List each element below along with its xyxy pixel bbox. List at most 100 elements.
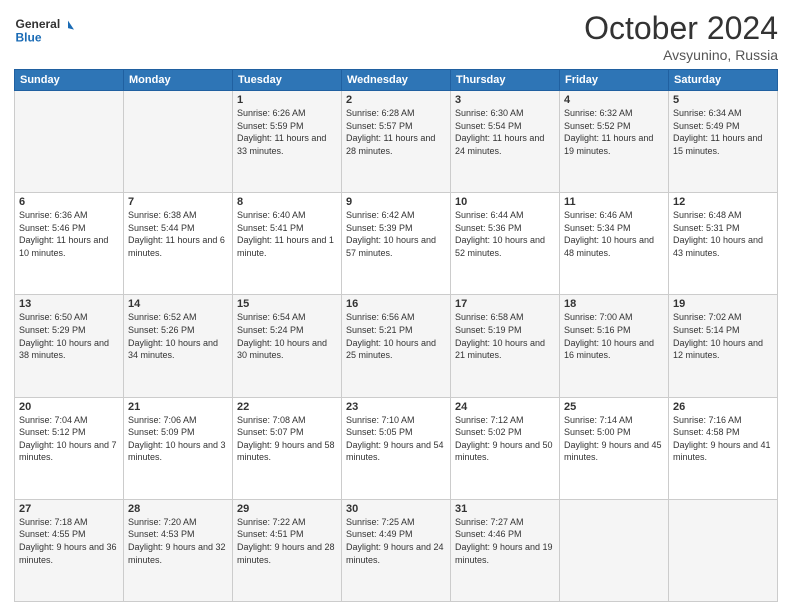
cell-w1-d5: 4Sunrise: 6:32 AM Sunset: 5:52 PM Daylig… [560,91,669,193]
logo-svg: General Blue [14,10,74,50]
day-info: Sunrise: 7:20 AM Sunset: 4:53 PM Dayligh… [128,516,228,566]
day-number: 13 [19,298,119,310]
day-info: Sunrise: 7:18 AM Sunset: 4:55 PM Dayligh… [19,516,119,566]
cell-w1-d0 [15,91,124,193]
day-number: 21 [128,401,228,413]
week-row-3: 13Sunrise: 6:50 AM Sunset: 5:29 PM Dayli… [15,295,778,397]
day-info: Sunrise: 6:38 AM Sunset: 5:44 PM Dayligh… [128,209,228,259]
day-number: 31 [455,503,555,515]
svg-text:General: General [16,17,61,31]
cell-w2-d0: 6Sunrise: 6:36 AM Sunset: 5:46 PM Daylig… [15,193,124,295]
day-number: 7 [128,196,228,208]
calendar-table: Sunday Monday Tuesday Wednesday Thursday… [14,69,778,602]
cell-w5-d3: 30Sunrise: 7:25 AM Sunset: 4:49 PM Dayli… [342,499,451,601]
day-number: 30 [346,503,446,515]
cell-w1-d3: 2Sunrise: 6:28 AM Sunset: 5:57 PM Daylig… [342,91,451,193]
header-wednesday: Wednesday [342,70,451,91]
day-number: 10 [455,196,555,208]
cell-w4-d6: 26Sunrise: 7:16 AM Sunset: 4:58 PM Dayli… [669,397,778,499]
week-row-2: 6Sunrise: 6:36 AM Sunset: 5:46 PM Daylig… [15,193,778,295]
day-info: Sunrise: 7:12 AM Sunset: 5:02 PM Dayligh… [455,414,555,464]
week-row-5: 27Sunrise: 7:18 AM Sunset: 4:55 PM Dayli… [15,499,778,601]
day-number: 23 [346,401,446,413]
title-block: October 2024 Avsyunino, Russia [584,10,778,63]
day-info: Sunrise: 7:04 AM Sunset: 5:12 PM Dayligh… [19,414,119,464]
day-number: 1 [237,94,337,106]
cell-w4-d5: 25Sunrise: 7:14 AM Sunset: 5:00 PM Dayli… [560,397,669,499]
day-info: Sunrise: 6:30 AM Sunset: 5:54 PM Dayligh… [455,107,555,157]
day-number: 28 [128,503,228,515]
cell-w1-d4: 3Sunrise: 6:30 AM Sunset: 5:54 PM Daylig… [451,91,560,193]
location: Avsyunino, Russia [584,47,778,63]
month-title: October 2024 [584,10,778,47]
header-sunday: Sunday [15,70,124,91]
day-number: 18 [564,298,664,310]
cell-w3-d3: 16Sunrise: 6:56 AM Sunset: 5:21 PM Dayli… [342,295,451,397]
day-info: Sunrise: 6:54 AM Sunset: 5:24 PM Dayligh… [237,311,337,361]
day-number: 27 [19,503,119,515]
day-number: 29 [237,503,337,515]
day-info: Sunrise: 6:28 AM Sunset: 5:57 PM Dayligh… [346,107,446,157]
day-number: 14 [128,298,228,310]
cell-w5-d0: 27Sunrise: 7:18 AM Sunset: 4:55 PM Dayli… [15,499,124,601]
cell-w4-d0: 20Sunrise: 7:04 AM Sunset: 5:12 PM Dayli… [15,397,124,499]
header-monday: Monday [124,70,233,91]
cell-w3-d6: 19Sunrise: 7:02 AM Sunset: 5:14 PM Dayli… [669,295,778,397]
day-info: Sunrise: 6:48 AM Sunset: 5:31 PM Dayligh… [673,209,773,259]
cell-w3-d0: 13Sunrise: 6:50 AM Sunset: 5:29 PM Dayli… [15,295,124,397]
day-number: 22 [237,401,337,413]
header: General Blue October 2024 Avsyunino, Rus… [14,10,778,63]
day-number: 12 [673,196,773,208]
cell-w3-d1: 14Sunrise: 6:52 AM Sunset: 5:26 PM Dayli… [124,295,233,397]
day-number: 24 [455,401,555,413]
day-info: Sunrise: 7:25 AM Sunset: 4:49 PM Dayligh… [346,516,446,566]
day-info: Sunrise: 7:10 AM Sunset: 5:05 PM Dayligh… [346,414,446,464]
day-info: Sunrise: 6:26 AM Sunset: 5:59 PM Dayligh… [237,107,337,157]
cell-w1-d2: 1Sunrise: 6:26 AM Sunset: 5:59 PM Daylig… [233,91,342,193]
day-info: Sunrise: 6:58 AM Sunset: 5:19 PM Dayligh… [455,311,555,361]
header-saturday: Saturday [669,70,778,91]
day-info: Sunrise: 6:46 AM Sunset: 5:34 PM Dayligh… [564,209,664,259]
cell-w5-d2: 29Sunrise: 7:22 AM Sunset: 4:51 PM Dayli… [233,499,342,601]
day-number: 17 [455,298,555,310]
day-number: 15 [237,298,337,310]
day-number: 3 [455,94,555,106]
day-info: Sunrise: 6:34 AM Sunset: 5:49 PM Dayligh… [673,107,773,157]
logo: General Blue [14,10,74,50]
cell-w1-d6: 5Sunrise: 6:34 AM Sunset: 5:49 PM Daylig… [669,91,778,193]
cell-w4-d3: 23Sunrise: 7:10 AM Sunset: 5:05 PM Dayli… [342,397,451,499]
day-info: Sunrise: 6:56 AM Sunset: 5:21 PM Dayligh… [346,311,446,361]
cell-w1-d1 [124,91,233,193]
day-info: Sunrise: 6:36 AM Sunset: 5:46 PM Dayligh… [19,209,119,259]
header-thursday: Thursday [451,70,560,91]
week-row-1: 1Sunrise: 6:26 AM Sunset: 5:59 PM Daylig… [15,91,778,193]
cell-w2-d6: 12Sunrise: 6:48 AM Sunset: 5:31 PM Dayli… [669,193,778,295]
day-number: 8 [237,196,337,208]
cell-w5-d6 [669,499,778,601]
day-info: Sunrise: 7:06 AM Sunset: 5:09 PM Dayligh… [128,414,228,464]
day-info: Sunrise: 7:00 AM Sunset: 5:16 PM Dayligh… [564,311,664,361]
day-info: Sunrise: 6:50 AM Sunset: 5:29 PM Dayligh… [19,311,119,361]
day-info: Sunrise: 7:27 AM Sunset: 4:46 PM Dayligh… [455,516,555,566]
day-number: 19 [673,298,773,310]
cell-w2-d2: 8Sunrise: 6:40 AM Sunset: 5:41 PM Daylig… [233,193,342,295]
cell-w4-d4: 24Sunrise: 7:12 AM Sunset: 5:02 PM Dayli… [451,397,560,499]
cell-w3-d5: 18Sunrise: 7:00 AM Sunset: 5:16 PM Dayli… [560,295,669,397]
day-info: Sunrise: 6:52 AM Sunset: 5:26 PM Dayligh… [128,311,228,361]
day-info: Sunrise: 7:08 AM Sunset: 5:07 PM Dayligh… [237,414,337,464]
day-number: 16 [346,298,446,310]
day-info: Sunrise: 7:14 AM Sunset: 5:00 PM Dayligh… [564,414,664,464]
cell-w2-d5: 11Sunrise: 6:46 AM Sunset: 5:34 PM Dayli… [560,193,669,295]
weekday-header-row: Sunday Monday Tuesday Wednesday Thursday… [15,70,778,91]
day-number: 5 [673,94,773,106]
day-number: 25 [564,401,664,413]
day-number: 20 [19,401,119,413]
cell-w3-d2: 15Sunrise: 6:54 AM Sunset: 5:24 PM Dayli… [233,295,342,397]
day-number: 4 [564,94,664,106]
day-info: Sunrise: 7:02 AM Sunset: 5:14 PM Dayligh… [673,311,773,361]
cell-w3-d4: 17Sunrise: 6:58 AM Sunset: 5:19 PM Dayli… [451,295,560,397]
cell-w2-d3: 9Sunrise: 6:42 AM Sunset: 5:39 PM Daylig… [342,193,451,295]
page: General Blue October 2024 Avsyunino, Rus… [0,0,792,612]
cell-w4-d2: 22Sunrise: 7:08 AM Sunset: 5:07 PM Dayli… [233,397,342,499]
cell-w5-d5 [560,499,669,601]
